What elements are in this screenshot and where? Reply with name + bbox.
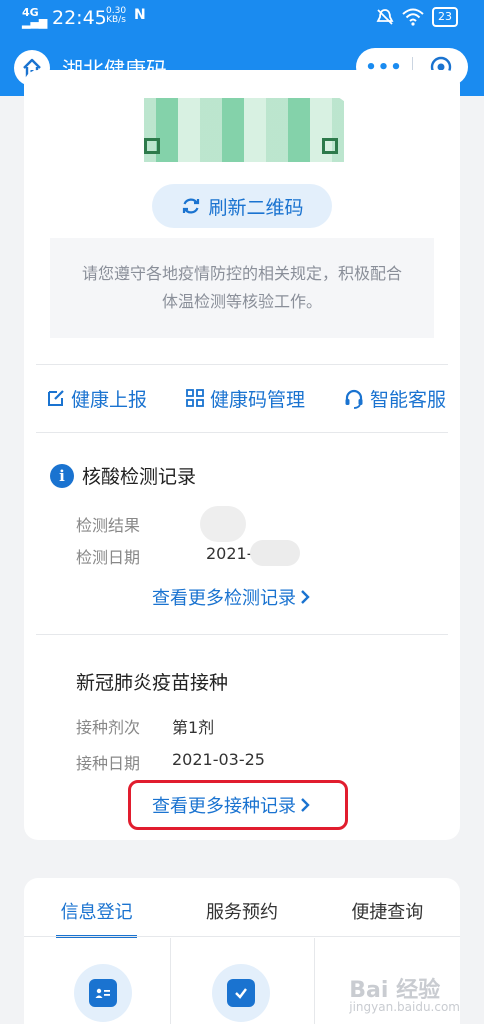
smart-service-button[interactable]: 智能客服 xyxy=(343,382,446,414)
id-card-service-button[interactable] xyxy=(74,964,132,1022)
grid-divider xyxy=(314,938,315,1024)
headset-icon xyxy=(345,389,363,409)
battery-indicator: 23 xyxy=(432,7,458,27)
nucleic-test-title: 核酸检测记录 xyxy=(82,466,197,488)
test-result-row: 检测结果 xyxy=(76,512,140,536)
tabs-underline-divider xyxy=(24,936,460,937)
signal-indicator: 4G ▂▄▆ xyxy=(22,6,48,29)
nucleic-test-section-title: i 核酸检测记录 xyxy=(50,462,196,489)
mute-icon xyxy=(376,9,394,25)
clipboard-check-icon xyxy=(227,979,255,1007)
qr-finder-mark xyxy=(144,138,160,154)
tab-info-register[interactable]: 信息登记 xyxy=(24,894,169,938)
highlight-annotation-box xyxy=(128,780,348,830)
health-code-card: 刷新二维码 请您遵守各地疫情防控的相关规定，积极配合体温检测等核验工作。 健康上… xyxy=(24,70,460,840)
tab-service-booking[interactable]: 服务预约 xyxy=(169,894,314,938)
services-tabs: 信息登记 服务预约 便捷查询 xyxy=(24,894,460,938)
edit-icon xyxy=(48,390,64,406)
qr-code-blurred xyxy=(144,98,344,162)
id-card-icon xyxy=(89,979,117,1007)
baidu-watermark: Bai 经验 jingyan.baidu.com xyxy=(349,972,460,1014)
privacy-blur xyxy=(200,506,246,542)
qr-blur-mask xyxy=(144,98,344,162)
vaccine-dose-label: 接种剂次 xyxy=(76,718,141,737)
grid-divider xyxy=(170,938,171,1024)
health-report-label: 健康上报 xyxy=(71,388,148,411)
refresh-qr-button[interactable]: 刷新二维码 xyxy=(152,184,332,228)
health-report-button[interactable]: 健康上报 xyxy=(46,382,147,414)
divider xyxy=(36,634,448,635)
watermark-sub: jingyan.baidu.com xyxy=(349,1000,460,1014)
policy-notice: 请您遵守各地疫情防控的相关规定，积极配合体温检测等核验工作。 xyxy=(50,238,434,338)
divider xyxy=(36,364,448,365)
health-code-manage-button[interactable]: 健康码管理 xyxy=(185,382,305,414)
nfc-icon: N xyxy=(134,7,146,23)
vaccine-section-title: 新冠肺炎疫苗接种 xyxy=(76,672,229,694)
net-speed-unit: KB/s xyxy=(106,15,126,25)
signal-label: 4G xyxy=(22,6,39,19)
qr-finder-mark xyxy=(322,138,338,154)
more-test-records-label: 查看更多检测记录 xyxy=(152,588,296,609)
grid-icon xyxy=(186,389,204,407)
more-test-records-link[interactable]: 查看更多检测记录 xyxy=(152,584,310,610)
divider xyxy=(36,432,448,433)
vaccine-dose-value: 第1剂 xyxy=(172,718,215,737)
vaccine-date-row: 接种日期 2021-03-25 xyxy=(76,750,265,774)
privacy-blur xyxy=(250,540,300,566)
vaccine-date-label: 接种日期 xyxy=(76,754,141,773)
net-speed: 0.30 KB/s xyxy=(106,7,126,25)
info-icon: i xyxy=(50,463,74,488)
status-right: 23 xyxy=(376,7,458,27)
smart-service-label: 智能客服 xyxy=(369,388,446,411)
status-bar: 4G ▂▄▆ 22:45 0.30 KB/s N 23 xyxy=(0,0,484,38)
test-date-row: 检测日期 2021- xyxy=(76,544,253,568)
vaccine-dose-row: 接种剂次 第1剂 xyxy=(76,714,214,738)
quick-actions: 健康上报 健康码管理 智能客服 xyxy=(46,382,446,414)
test-result-label: 检测结果 xyxy=(76,516,141,535)
tab-quick-query[interactable]: 便捷查询 xyxy=(315,894,460,938)
test-date-value: 2021- xyxy=(206,544,253,563)
health-code-manage-label: 健康码管理 xyxy=(209,388,305,411)
wifi-icon xyxy=(402,8,424,26)
refresh-qr-label: 刷新二维码 xyxy=(208,196,304,219)
refresh-icon xyxy=(183,198,200,214)
checklist-service-button[interactable] xyxy=(212,964,270,1022)
chevron-right-icon xyxy=(301,590,310,604)
policy-notice-text: 请您遵守各地疫情防控的相关规定，积极配合体温检测等核验工作。 xyxy=(81,264,402,311)
vaccine-date-value: 2021-03-25 xyxy=(172,750,265,769)
test-date-label: 检测日期 xyxy=(76,548,141,567)
clock: 22:45 xyxy=(52,7,107,29)
